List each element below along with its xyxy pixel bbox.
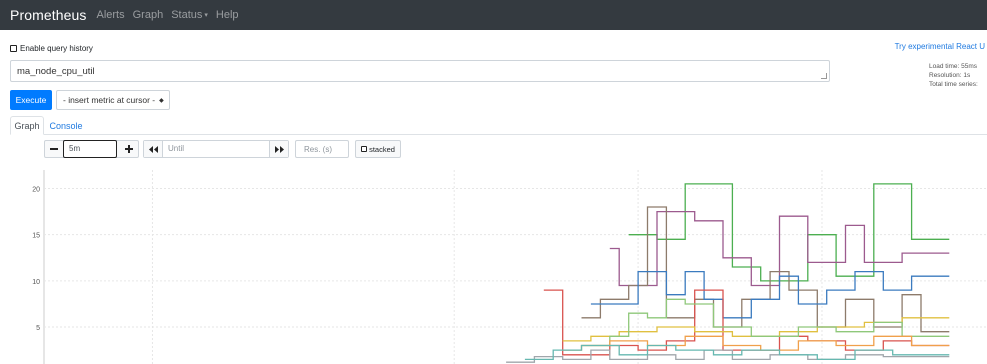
insert-metric-select[interactable]: - insert metric at cursor - ◆	[56, 90, 170, 110]
expression-text: ma_node_cpu_util	[17, 66, 95, 77]
resolution-input[interactable]: Res. (s)	[295, 140, 349, 158]
expression-input[interactable]: ma_node_cpu_util	[10, 60, 830, 82]
insert-metric-label: - insert metric at cursor -	[63, 95, 156, 105]
resolution-info: Resolution: 1s	[929, 72, 971, 79]
until-control: Until	[143, 140, 289, 158]
total-series: Total time series:	[929, 81, 978, 88]
try-react-link[interactable]: Try experimental React U	[895, 42, 985, 51]
y-tick-label: 10	[32, 279, 40, 286]
top-navbar: Prometheus Alerts Graph Status ▾ Help	[0, 0, 987, 30]
nav-alerts[interactable]: Alerts	[96, 9, 124, 21]
nav-status[interactable]: Status ▾	[171, 9, 208, 21]
execute-button[interactable]: Execute	[10, 90, 52, 110]
stacked-toggle[interactable]: stacked	[355, 140, 401, 158]
metric-graph[interactable]: 5 10 15 20	[0, 164, 987, 364]
decrease-range-button[interactable]	[45, 141, 63, 157]
nav-status-label: Status	[171, 9, 203, 21]
double-left-icon	[148, 145, 158, 153]
minus-icon	[50, 148, 58, 150]
range-control: 5m	[44, 140, 139, 158]
until-input[interactable]: Until	[168, 144, 184, 153]
tab-console[interactable]: Console	[46, 116, 86, 135]
plus-icon	[124, 145, 133, 153]
series-line	[506, 349, 950, 363]
select-arrows-icon: ◆	[159, 97, 164, 104]
series-line	[628, 183, 950, 282]
tab-graph[interactable]: Graph	[10, 116, 44, 135]
chevron-down-icon: ▾	[204, 12, 208, 19]
y-tick-label: 20	[32, 186, 40, 193]
series-line	[581, 298, 950, 347]
y-tick-label: 5	[36, 325, 40, 332]
series-line	[524, 344, 950, 361]
query-history-label: Enable query history	[20, 44, 93, 53]
stacked-checkbox[interactable]	[361, 146, 368, 152]
load-info: Load time: 55ms Resolution: 1s Total tim…	[929, 62, 985, 89]
series-line	[562, 317, 950, 342]
nav-help[interactable]: Help	[216, 9, 239, 21]
load-time: Load time: 55ms	[929, 63, 978, 70]
brand-link[interactable]: Prometheus	[10, 7, 86, 23]
range-input[interactable]: 5m	[63, 140, 117, 158]
series-line	[609, 210, 950, 287]
resize-grip-icon[interactable]	[821, 73, 827, 79]
nav-graph[interactable]: Graph	[133, 9, 164, 21]
query-history-toggle[interactable]: Enable query history	[10, 44, 93, 53]
increase-range-button[interactable]	[119, 141, 138, 157]
stacked-label: stacked	[369, 144, 395, 154]
time-back-button[interactable]	[144, 141, 163, 157]
series-line	[562, 335, 950, 351]
query-history-checkbox[interactable]	[10, 45, 17, 52]
y-tick-label: 15	[32, 233, 40, 240]
double-right-icon	[274, 145, 284, 153]
time-forward-button[interactable]	[269, 141, 288, 157]
tab-bar: Graph Console	[10, 116, 987, 135]
